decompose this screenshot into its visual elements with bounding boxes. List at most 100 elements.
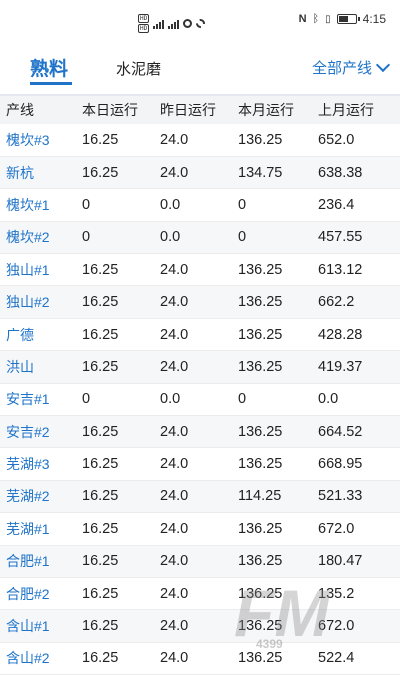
runtime-value: 16.25 — [82, 261, 119, 278]
bluetooth-icon: ᛒ — [312, 13, 320, 25]
line-name-link[interactable]: 洪山 — [0, 351, 76, 383]
table-row[interactable]: 芜湖#3 16.25 24.0 136.25 668.95 — [0, 448, 400, 481]
tab-cement-mill[interactable]: 水泥磨 — [116, 58, 161, 79]
table-row[interactable]: 洪山 16.25 24.0 136.25 419.37 — [0, 350, 400, 384]
table-row[interactable]: 广德 16.25 24.0 136.25 428.28 — [0, 318, 400, 351]
runtime-value: 16.25 — [82, 553, 119, 570]
line-name-link[interactable]: 含山#1 — [0, 610, 76, 642]
table-row[interactable]: 芜湖#1 16.25 24.0 136.25 672.0 — [0, 513, 400, 546]
table-row[interactable]: 槐坎#2 0 0.0 0 457.55 — [0, 221, 400, 254]
line-name-link[interactable]: 槐坎#1 — [0, 189, 76, 221]
table-row[interactable]: 含山#1 16.25 24.0 136.25 672.0 — [0, 609, 400, 643]
line-name-link[interactable]: 芜湖#1 — [0, 513, 76, 545]
status-bar: HD HD N ᛒ ▯ 4:15 — [0, 0, 400, 44]
runtime-value: 419.37 — [318, 358, 363, 375]
nfc-icon: N — [298, 13, 307, 25]
runtime-value: 136.25 — [238, 456, 283, 473]
table-row[interactable]: 芜湖#2 16.25 24.0 114.25 521.33 — [0, 480, 400, 513]
line-name-link[interactable]: 独山#2 — [0, 286, 76, 318]
header-this-month: 本月运行 — [238, 102, 294, 118]
runtime-value: 662.2 — [318, 294, 355, 311]
table-row[interactable]: 槐坎#1 0 0.0 0 236.4 — [0, 189, 400, 222]
line-filter-label: 全部产线 — [311, 60, 372, 77]
runtime-value: 0.0 — [318, 391, 339, 408]
runtime-value: 136.25 — [238, 131, 283, 148]
runtime-value: 24.0 — [160, 520, 189, 537]
runtime-value: 24.0 — [160, 618, 189, 635]
runtime-value: 668.95 — [318, 456, 363, 473]
tab-bar: 熟料 水泥磨 全部产线 — [0, 44, 400, 96]
line-name-link[interactable]: 安吉#1 — [0, 383, 76, 415]
table-row[interactable]: 含山#2 16.25 24.0 136.25 522.4 — [0, 642, 400, 675]
table-row[interactable]: 独山#2 16.25 24.0 136.25 662.2 — [0, 285, 400, 319]
runtime-value: 16.25 — [82, 131, 119, 148]
line-name-link[interactable]: 广德 — [0, 318, 76, 350]
line-name-link[interactable]: 槐坎#2 — [0, 221, 76, 253]
runtime-value: 0.0 — [160, 229, 181, 246]
runtime-value: 24.0 — [160, 650, 189, 667]
runtime-value: 136.25 — [238, 294, 283, 311]
runtime-value: 428.28 — [318, 326, 363, 343]
status-time: 4:15 — [362, 12, 386, 26]
runtime-value: 0 — [238, 391, 247, 408]
runtime-value: 136.25 — [238, 261, 283, 278]
runtime-value: 672.0 — [318, 618, 355, 635]
runtime-value: 114.25 — [238, 488, 282, 505]
line-name-link[interactable]: 新杭 — [0, 156, 76, 188]
line-name-link[interactable]: 合肥#1 — [0, 545, 76, 577]
runtime-value: 664.52 — [318, 423, 363, 440]
header-line: 产线 — [6, 102, 34, 118]
header-last-month: 上月运行 — [318, 102, 374, 118]
runtime-value: 24.0 — [160, 585, 189, 602]
line-name-link[interactable]: 含山#2 — [0, 642, 76, 674]
runtime-value: 136.25 — [238, 358, 283, 375]
signal-icon-2 — [168, 19, 180, 29]
runtime-value: 136.25 — [238, 553, 283, 570]
line-name-link[interactable]: 合肥#2 — [0, 577, 76, 609]
runtime-value: 0.0 — [160, 196, 181, 213]
runtime-value: 136.25 — [238, 326, 283, 343]
table-row[interactable]: 独山#1 16.25 24.0 136.25 613.12 — [0, 254, 400, 286]
runtime-value: 0 — [238, 229, 247, 246]
table-row[interactable]: 槐坎#3 16.25 24.0 136.25 652.0 — [0, 124, 400, 157]
header-yesterday: 昨日运行 — [160, 102, 216, 118]
runtime-value: 24.0 — [160, 294, 189, 311]
hd-chip-2: HD — [138, 24, 150, 33]
runtime-value: 0 — [82, 391, 91, 408]
runtime-value: 136.25 — [238, 618, 283, 635]
line-name-link[interactable]: 安吉#2 — [0, 416, 76, 448]
status-left-icons: HD HD — [138, 14, 206, 33]
tab-clinker[interactable]: 熟料 — [30, 54, 68, 81]
runtime-value: 652.0 — [318, 131, 355, 148]
runtime-value: 24.0 — [160, 488, 189, 505]
line-name-link[interactable]: 芜湖#2 — [0, 480, 76, 512]
runtime-value: 180.47 — [318, 553, 363, 570]
table-row[interactable]: 安吉#1 0 0.0 0 0.0 — [0, 383, 400, 416]
table-row[interactable]: 新杭 16.25 24.0 134.75 638.38 — [0, 156, 400, 189]
runtime-value: 16.25 — [82, 520, 119, 537]
app-icon — [183, 19, 193, 28]
line-name-link[interactable]: 槐坎#3 — [0, 124, 76, 156]
table-row[interactable]: 安吉#2 16.25 24.0 136.25 664.52 — [0, 415, 400, 448]
runtime-value: 24.0 — [160, 423, 189, 440]
line-filter-dropdown[interactable]: 全部产线 — [311, 57, 391, 78]
runtime-value: 16.25 — [82, 650, 119, 667]
runtime-value: 135.2 — [318, 585, 355, 602]
runtime-table: 产线 本日运行 昨日运行 本月运行 上月运行 槐坎#3 16.25 24.0 136.… — [0, 96, 400, 675]
runtime-value: 24.0 — [160, 131, 189, 148]
header-today: 本日运行 — [82, 102, 138, 118]
runtime-value: 0 — [82, 229, 91, 246]
runtime-value: 16.25 — [82, 294, 119, 311]
runtime-value: 24.0 — [160, 456, 189, 473]
table-row[interactable]: 合肥#2 16.25 24.0 136.25 135.2 — [0, 577, 400, 610]
table-row[interactable]: 合肥#1 16.25 24.0 136.25 180.47 — [0, 545, 400, 578]
runtime-value: 522.4 — [318, 650, 355, 667]
runtime-value: 521.33 — [318, 488, 363, 505]
line-name-link[interactable]: 独山#1 — [0, 254, 76, 286]
runtime-value: 457.55 — [318, 229, 363, 246]
line-name-link[interactable]: 芜湖#3 — [0, 448, 76, 480]
runtime-value: 16.25 — [82, 488, 119, 505]
chevron-down-icon — [375, 57, 391, 73]
hd-chip-1: HD — [138, 14, 150, 23]
runtime-value: 136.25 — [238, 585, 283, 602]
